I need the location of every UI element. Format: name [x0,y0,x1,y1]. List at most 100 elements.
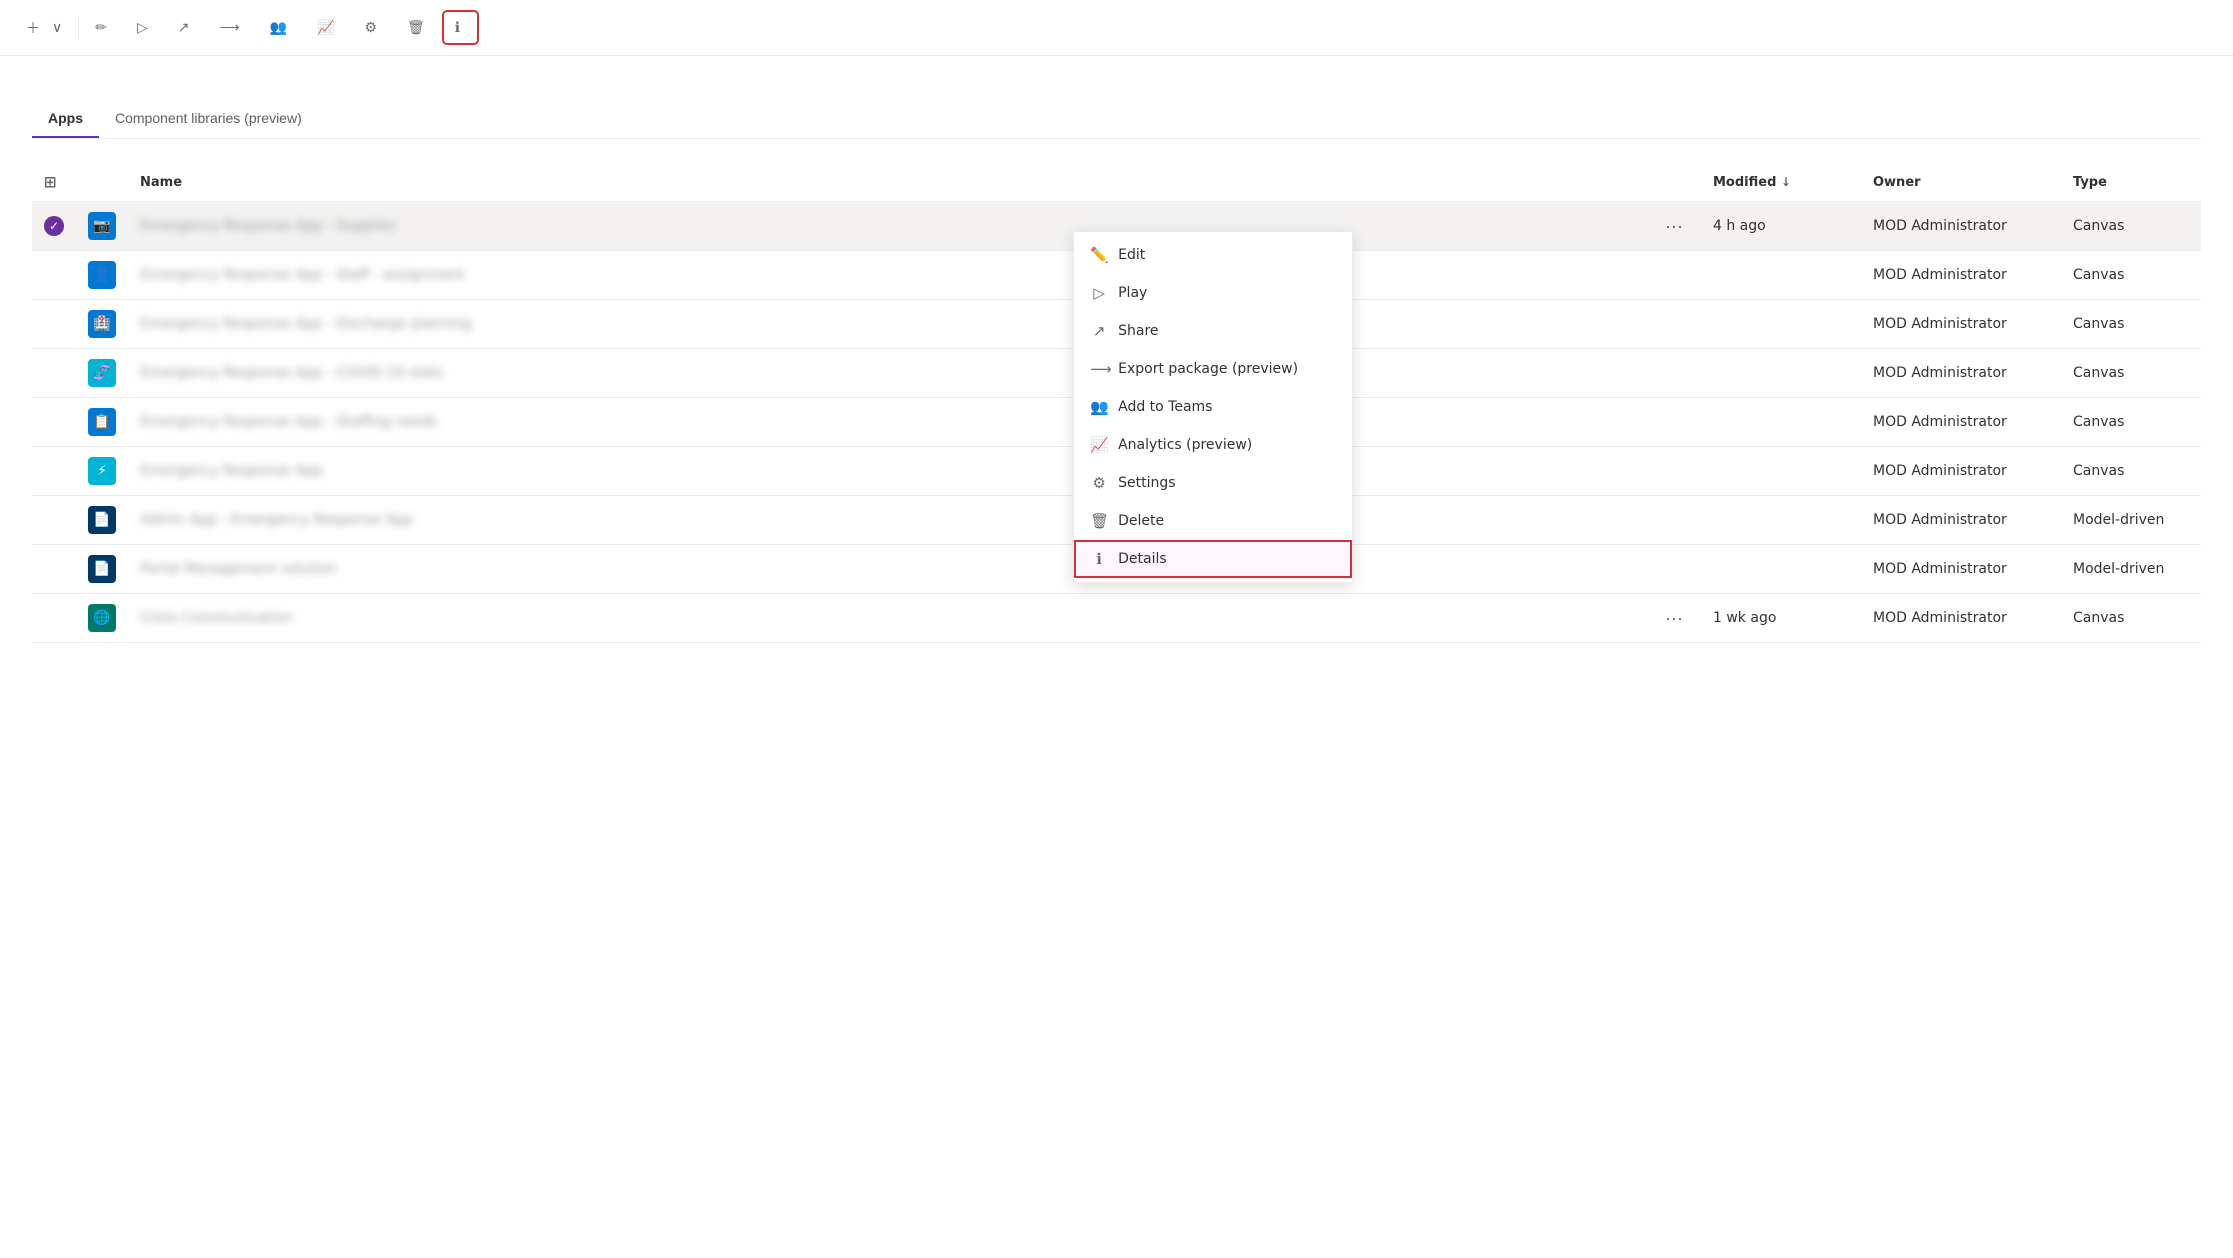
tab-apps[interactable]: Apps [32,100,99,138]
row-dots-cell[interactable] [1647,398,1701,447]
row-check-cell[interactable] [32,545,76,594]
app-name: Emergency Response App - Staffing needs [140,414,437,430]
menu-item-icon: ⚙ [1090,474,1108,492]
col-header-check: ⊞ [32,163,76,202]
share-button[interactable]: ↗ [168,13,206,42]
row-dots-cell[interactable]: ··· [1647,594,1701,643]
info-icon: ℹ [455,19,460,36]
settings-button[interactable]: ⚙ [354,13,393,42]
row-owner-cell: MOD Administrator [1861,251,2061,300]
col-header-owner: Owner [1861,163,2061,202]
row-dots-cell[interactable] [1647,496,1701,545]
row-check-cell[interactable] [32,398,76,447]
check-mark: ✓ [44,216,64,236]
row-dots-cell[interactable] [1647,300,1701,349]
col-header-name[interactable]: Name [128,163,1647,202]
menu-item-icon: ℹ [1090,550,1108,568]
row-name-cell: Emergency Response App - COVID-19 stats [128,349,1647,398]
row-check-cell[interactable] [32,594,76,643]
row-check-cell[interactable] [32,251,76,300]
menu-item-play[interactable]: ▷ Play [1074,274,1352,312]
col-header-modified[interactable]: Modified ↓ [1701,163,1861,202]
menu-item-label: Settings [1118,475,1175,491]
menu-item-delete[interactable]: 🗑 Delete [1074,502,1352,540]
row-icon-cell: 👤 [76,251,128,300]
analytics-button[interactable]: 📈 [307,13,350,42]
edit-button[interactable]: ✏ [85,13,123,42]
menu-item-icon: 📈 [1090,436,1108,454]
menu-item-analytics-preview[interactable]: 📈Analytics (preview) [1074,426,1352,464]
export-button[interactable]: ⟶ [210,13,256,42]
row-owner-cell: MOD Administrator [1861,594,2061,643]
row-owner-cell: MOD Administrator [1861,300,2061,349]
col-header-icon [76,163,128,202]
row-more-button[interactable]: ··· [1659,214,1689,239]
row-type-cell: Canvas [2061,398,2201,447]
menu-item-add-to-teams[interactable]: 👥Add to Teams [1074,388,1352,426]
row-check-cell[interactable]: ✓ [32,202,76,251]
row-type-cell: Canvas [2061,202,2201,251]
row-check-cell[interactable] [32,300,76,349]
table-container: ⊞ Name Modified ↓ Owner Type ✓📷Emergency… [32,163,2201,643]
row-check-cell[interactable] [32,447,76,496]
row-owner-cell: MOD Administrator [1861,202,2061,251]
play-button[interactable]: ▷ [127,13,164,42]
chevron-down-icon: ∨ [52,19,62,36]
row-check-cell[interactable] [32,349,76,398]
row-dots-cell[interactable] [1647,251,1701,300]
menu-item-label: Details [1118,551,1167,567]
menu-item-icon: ▷ [1090,284,1108,302]
row-dots-cell[interactable] [1647,545,1701,594]
menu-item-icon: 🗑 [1090,512,1108,530]
teams-icon: 👥 [270,19,287,36]
table-grid-icon: ⊞ [44,173,57,191]
row-modified-cell [1701,447,1861,496]
app-icon: 📄 [88,506,116,534]
row-modified-cell [1701,398,1861,447]
export-icon: ⟶ [220,19,240,36]
row-type-cell: Canvas [2061,594,2201,643]
menu-item-label: Delete [1118,513,1164,529]
add-to-teams-button[interactable]: 👥 [260,13,303,42]
row-dots-cell[interactable] [1647,349,1701,398]
menu-item-share[interactable]: ↗Share [1074,312,1352,350]
share-icon: ↗ [178,19,190,36]
app-icon: 🏥 [88,310,116,338]
app-icon: ⚡ [88,457,116,485]
row-type-cell: Model-driven [2061,496,2201,545]
tab-component-libraries[interactable]: Component libraries (preview) [99,100,318,138]
row-icon-cell: 🌐 [76,594,128,643]
row-modified-cell [1701,545,1861,594]
row-type-cell: Canvas [2061,349,2201,398]
row-check-cell[interactable] [32,496,76,545]
row-dots-cell[interactable]: ··· [1647,202,1701,251]
menu-item-label: Play [1118,285,1147,301]
row-icon-cell: 📄 [76,545,128,594]
app-icon: 📋 [88,408,116,436]
col-header-type: Type [2061,163,2201,202]
delete-button[interactable]: 🗑 [397,13,441,42]
row-name-cell: Portal Management solution [128,545,1647,594]
menu-item-details[interactable]: ℹ Details [1074,540,1352,578]
row-dots-cell[interactable] [1647,447,1701,496]
row-icon-cell: 🏥 [76,300,128,349]
table-header-row: ⊞ Name Modified ↓ Owner Type [32,163,2201,202]
row-owner-cell: MOD Administrator [1861,545,2061,594]
details-button[interactable]: ℹ [445,13,476,42]
table-row[interactable]: 🌐Crisis Communication···1 wk agoMOD Admi… [32,594,2201,643]
new-app-button[interactable]: ＋ ∨ [16,12,72,44]
menu-item-settings[interactable]: ⚙ Settings [1074,464,1352,502]
row-name-cell: Emergency Response App - Supplies [128,202,1647,251]
menu-item-edit[interactable]: ✏️Edit [1074,236,1352,274]
menu-item-icon: ↗ [1090,322,1108,340]
row-name-cell: Crisis Communication [128,594,1647,643]
app-name: Emergency Response App - Staff - assignm… [140,267,464,283]
menu-item-export-package-preview[interactable]: ⟶Export package (preview) [1074,350,1352,388]
menu-item-icon: 👥 [1090,398,1108,416]
app-icon: 🧬 [88,359,116,387]
app-icon: 🌐 [88,604,116,632]
row-more-button[interactable]: ··· [1659,606,1689,631]
main-content: Apps Component libraries (preview) ⊞ Nam… [0,56,2233,667]
row-owner-cell: MOD Administrator [1861,349,2061,398]
context-menu: ✏️Edit ▷ Play ↗Share⟶Export package (previe… [1073,231,1353,583]
